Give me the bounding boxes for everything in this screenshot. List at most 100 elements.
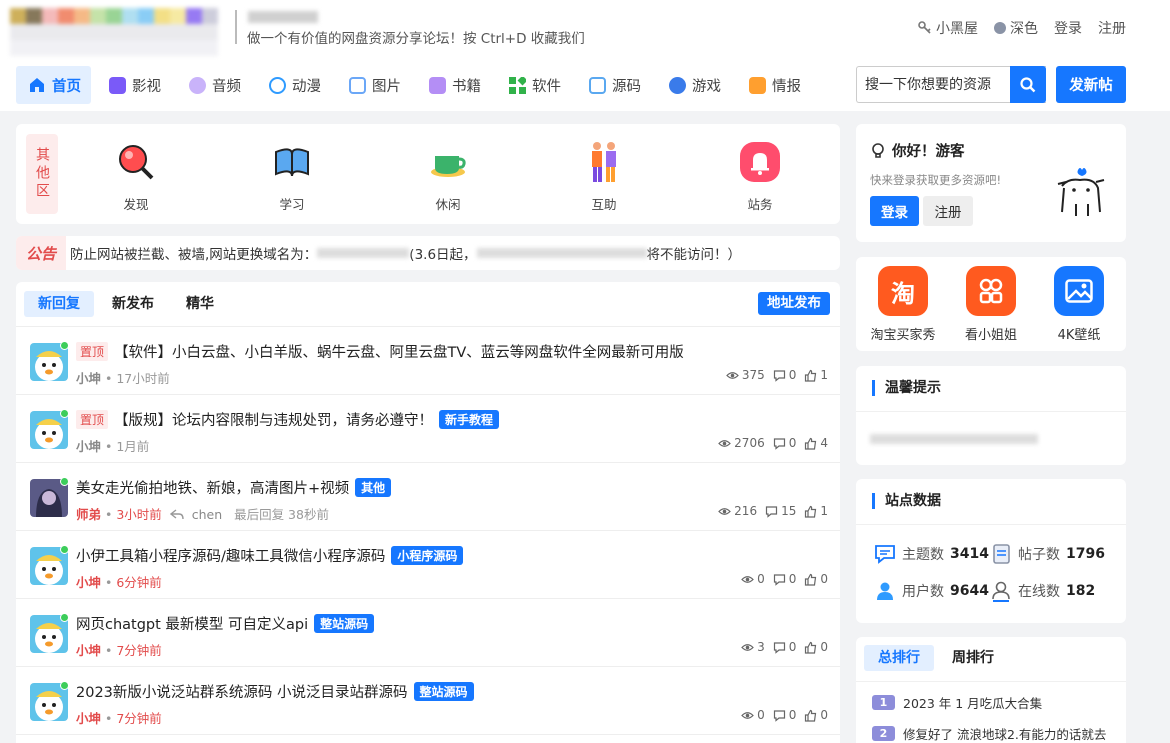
views-stat: 216	[718, 504, 757, 518]
thread-author[interactable]: 小坤	[76, 643, 101, 658]
ranking-item[interactable]: 1 2023 年 1 月吃瓜大合集	[872, 693, 1042, 712]
app-taobao[interactable]: 淘 淘宝买家秀	[863, 266, 943, 343]
likes-count: 0	[820, 708, 828, 722]
views-stat: 3	[741, 640, 765, 654]
app-girls[interactable]: 看小姐姐	[951, 266, 1031, 343]
nav-item-home[interactable]: 首页	[16, 66, 91, 104]
ranking-card: 总排行 周排行 1 2023 年 1 月吃瓜大合集 2 修复好了 流浪地球2.有…	[856, 637, 1126, 743]
people-icon	[582, 140, 626, 184]
likes-stat: 1	[804, 368, 828, 382]
audio-icon	[189, 76, 206, 94]
thread-title[interactable]: 小伊工具箱小程序源码/趣味工具微信小程序源码 小程序源码	[76, 545, 464, 566]
heiwu-link[interactable]: 小黑屋	[918, 18, 978, 38]
app-wallpaper[interactable]: 4K壁纸	[1039, 266, 1119, 343]
thread-title[interactable]: 置顶 【版规】论坛内容限制与违规处罚，请务必遵守！ 新手教程	[76, 409, 500, 430]
category-badge[interactable]: 整站源码	[413, 682, 474, 701]
taobao-icon: 淘	[878, 266, 928, 316]
category-badge[interactable]: 新手教程	[439, 410, 500, 429]
comments-stat: 0	[773, 708, 797, 722]
sidebar-login-button[interactable]: 登录	[870, 196, 919, 226]
nav-item-audio[interactable]: 音频	[177, 66, 251, 104]
thread-time: 17小时前	[116, 371, 170, 386]
nav-item-video[interactable]: 影视	[97, 66, 171, 104]
sidebar-register-button[interactable]: 注册	[923, 196, 973, 226]
tips-card: 温馨提示	[856, 366, 1126, 465]
nav-item-source[interactable]: 源码	[577, 66, 651, 104]
thread-title-text: 【软件】小白云盘、小白羊版、蜗牛云盘、阿里云盘TV、蓝云等网盘软件全网最新可用版	[114, 345, 684, 361]
thread-title-text: 美女走光偷拍地铁、新娘，高清图片+视频	[76, 481, 350, 497]
comments-stat: 15	[765, 504, 796, 518]
ranking-item[interactable]: 2 修复好了 流浪地球2.有能力的话就去	[872, 724, 1106, 743]
category-badge[interactable]: 小程序源码	[391, 546, 464, 565]
category-label: 休闲	[435, 197, 461, 212]
thread-title[interactable]: 美女走光偷拍地铁、新娘，高清图片+视频 其他	[76, 477, 392, 498]
thumbs-up-icon	[805, 709, 817, 722]
code-icon	[589, 76, 606, 94]
comments-count: 0	[788, 708, 797, 722]
dark-mode-toggle[interactable]: 深色	[994, 18, 1038, 38]
thread-row[interactable]: 置顶 【软件】小白云盘、小白羊版、蜗牛云盘、阿里云盘TV、蓝云等网盘软件全网最新可…	[16, 327, 840, 395]
category-site[interactable]: 站务	[720, 140, 800, 213]
category-help[interactable]: 互助	[564, 140, 644, 213]
thread-author[interactable]: 小坤	[76, 439, 101, 454]
category-badge[interactable]: 整站源码	[314, 614, 375, 633]
cup-icon	[426, 140, 470, 184]
site-logo[interactable]	[10, 8, 218, 56]
thread-title[interactable]: 置顶 【软件】小白云盘、小白羊版、蜗牛云盘、阿里云盘TV、蓝云等网盘软件全网最新可…	[76, 341, 684, 362]
comment-icon	[773, 641, 785, 654]
comments-count: 15	[781, 504, 797, 518]
stat-value: 1796	[1066, 546, 1105, 562]
thread-author[interactable]: 小坤	[76, 575, 101, 590]
register-link[interactable]: 注册	[1098, 18, 1126, 38]
category-discover[interactable]: 发现	[96, 140, 176, 213]
thread-author[interactable]: 小坤	[76, 371, 101, 386]
thread-row[interactable]: 2023新版小说泛站群系统源码 小说泛目录站群源码 整站源码 小坤 • 7分钟前 0 0…	[16, 667, 840, 735]
category-leisure[interactable]: 休闲	[408, 140, 488, 213]
thread-row[interactable]: 小伊工具箱小程序源码/趣味工具微信小程序源码 小程序源码 小坤 • 6分钟前 0 0 0	[16, 531, 840, 599]
comments-stat: 0	[773, 572, 796, 586]
login-link[interactable]: 登录	[1054, 18, 1082, 38]
thread-title[interactable]: 2023新版小说泛站群系统源码 小说泛目录站群源码 整站源码	[76, 681, 474, 702]
eye-icon	[741, 575, 754, 583]
tab-new-replies[interactable]: 新回复	[24, 291, 94, 317]
online-status-dot	[60, 409, 69, 418]
tab-new-posts[interactable]: 新发布	[98, 291, 168, 317]
category-badge[interactable]: 其他	[355, 478, 392, 497]
nav-item-books[interactable]: 书籍	[417, 66, 491, 104]
nav-item-games[interactable]: 游戏	[657, 66, 731, 104]
category-study[interactable]: 学习	[252, 140, 332, 213]
nav-item-images[interactable]: 图片	[337, 66, 411, 104]
nav-item-intel[interactable]: 情报	[737, 66, 811, 104]
address-publish-button[interactable]: 地址发布	[758, 292, 830, 315]
thread-row[interactable]: 美女走光偷拍地铁、新娘，高清图片+视频 其他 师弟 • 3小时前 chen 最后回复…	[16, 463, 840, 531]
stat-users: 用户数 9644	[874, 580, 989, 602]
thread-author[interactable]: 师弟	[76, 507, 101, 522]
stat-label: 用户数	[902, 584, 944, 600]
thread-row[interactable]: 网页chatgpt 最新模型 可自定义api 整站源码 小坤 • 7分钟前 3 0 0	[16, 599, 840, 667]
search-button[interactable]	[1010, 66, 1046, 103]
reply-user[interactable]: chen	[192, 507, 222, 522]
thread-stats: 2706 0 4	[718, 436, 828, 450]
views-count: 0	[757, 572, 765, 586]
stats-title: 站点数据	[872, 493, 941, 509]
thread-stats: 0 0 0	[741, 572, 828, 586]
category-tag: 其他区	[26, 134, 58, 214]
image-icon	[349, 76, 366, 94]
nav-item-anime[interactable]: 动漫	[257, 66, 331, 104]
divider	[856, 524, 1126, 525]
thread-row[interactable]: 置顶 【版规】论坛内容限制与违规处罚，请务必遵守！ 新手教程 小坤 • 1月前 2706…	[16, 395, 840, 463]
nav-item-software[interactable]: 软件	[497, 66, 571, 104]
document-icon	[993, 544, 1010, 564]
comment-icon	[765, 505, 778, 518]
tab-weekly-ranking[interactable]: 周排行	[938, 645, 1008, 671]
nav-label: 软件	[532, 78, 561, 95]
welcome-title: 你好！游客	[870, 140, 965, 161]
thread-author[interactable]: 小坤	[76, 711, 101, 726]
comment-icon	[773, 437, 785, 450]
new-post-button[interactable]: 发新帖	[1056, 66, 1126, 103]
tab-total-ranking[interactable]: 总排行	[864, 645, 934, 671]
app-label: 看小姐姐	[964, 328, 1017, 343]
thread-title[interactable]: 网页chatgpt 最新模型 可自定义api 整站源码	[76, 613, 375, 634]
comments-stat: 0	[773, 368, 796, 382]
tab-featured[interactable]: 精华	[172, 291, 228, 317]
